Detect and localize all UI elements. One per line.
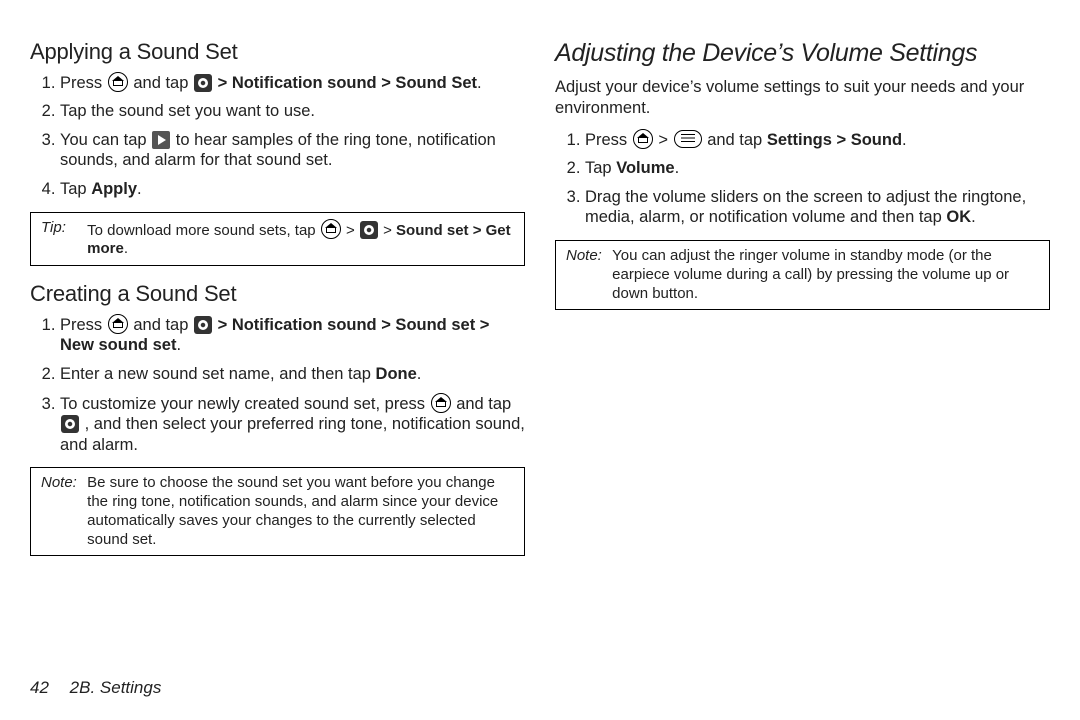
list-item: Drag the volume sliders on the screen to… <box>585 187 1050 228</box>
list-item: You can tap to hear samples of the ring … <box>60 130 525 171</box>
personalize-icon <box>61 415 79 433</box>
tip-callout: Tip: To download more sound sets, tap > … <box>30 212 525 267</box>
play-icon <box>152 131 170 149</box>
home-icon <box>321 219 341 239</box>
list-item: Press > and tap Settings > Sound. <box>585 129 1050 151</box>
text: Enter a new sound set name, and then tap <box>60 365 376 383</box>
page-number: 42 <box>30 678 49 697</box>
applying-steps: Press and tap > Notification sound > Sou… <box>30 72 525 200</box>
note-body: You can adjust the ringer volume in stan… <box>612 247 1037 303</box>
list-item: Enter a new sound set name, and then tap… <box>60 364 525 385</box>
text: and tap <box>133 316 193 334</box>
text: Press <box>60 74 107 92</box>
text: . <box>971 208 976 226</box>
home-icon <box>633 129 653 149</box>
text: Tap <box>585 159 616 177</box>
list-item: Tap Volume. <box>585 158 1050 179</box>
text: > <box>346 222 359 239</box>
note-callout-right: Note: You can adjust the ringer volume i… <box>555 240 1050 310</box>
home-icon <box>108 72 128 92</box>
personalize-icon <box>194 74 212 92</box>
menu-icon <box>674 130 702 148</box>
list-item: Press and tap > Notification sound > Sou… <box>60 314 525 356</box>
text: . <box>137 180 142 198</box>
text: and tap <box>133 74 193 92</box>
volume-steps: Press > and tap Settings > Sound. Tap Vo… <box>555 129 1050 229</box>
home-icon <box>108 314 128 334</box>
heading-creating-sound-set: Creating a Sound Set <box>30 280 525 308</box>
text: . <box>176 336 181 354</box>
text: . <box>902 131 907 149</box>
text: . <box>417 365 422 383</box>
section-label: 2B. Settings <box>70 678 162 697</box>
heading-adjusting-volume: Adjusting the Device’s Volume Settings <box>555 38 1050 69</box>
list-item: Tap the sound set you want to use. <box>60 101 525 122</box>
list-item: To customize your newly created sound se… <box>60 393 525 456</box>
personalize-icon <box>194 316 212 334</box>
note-callout: Note: Be sure to choose the sound set yo… <box>30 467 525 556</box>
bold-text: > Notification sound > Sound Set <box>218 74 477 92</box>
personalize-icon <box>360 221 378 239</box>
tip-body: To download more sound sets, tap > > Sou… <box>87 219 512 260</box>
note-body: Be sure to choose the sound set you want… <box>87 474 512 549</box>
text: . <box>124 240 128 257</box>
note-label: Note: <box>566 247 608 266</box>
text: . <box>675 159 680 177</box>
bold-text: Volume <box>616 159 674 177</box>
left-column: Applying a Sound Set Press and tap > Not… <box>30 28 525 720</box>
right-column: Adjusting the Device’s Volume Settings A… <box>555 28 1050 720</box>
text: Press <box>60 316 107 334</box>
text: , and then select your preferred ring to… <box>60 415 525 454</box>
text: You can tap <box>60 131 151 149</box>
heading-applying-sound-set: Applying a Sound Set <box>30 38 525 66</box>
manual-page: Applying a Sound Set Press and tap > Not… <box>0 0 1080 720</box>
bold-text: Settings > Sound <box>767 131 902 149</box>
note-label: Note: <box>41 474 83 493</box>
text: . <box>477 74 482 92</box>
list-item: Tap Apply. <box>60 179 525 200</box>
bold-text: Done <box>376 365 417 383</box>
text: Press <box>585 131 632 149</box>
page-footer: 42 2B. Settings <box>30 677 161 698</box>
home-icon <box>431 393 451 413</box>
text: Tap <box>60 180 91 198</box>
text: and tap <box>456 395 511 413</box>
text: and tap <box>707 131 767 149</box>
tip-label: Tip: <box>41 219 83 238</box>
list-item: Press and tap > Notification sound > Sou… <box>60 72 525 94</box>
text: To customize your newly created sound se… <box>60 395 430 413</box>
intro-text: Adjust your device’s volume settings to … <box>555 77 1050 118</box>
bold-text: Apply <box>91 180 137 198</box>
text: > <box>658 131 672 149</box>
creating-steps: Press and tap > Notification sound > Sou… <box>30 314 525 456</box>
text: > <box>383 222 396 239</box>
text: To download more sound sets, tap <box>87 222 320 239</box>
bold-text: OK <box>946 208 971 226</box>
